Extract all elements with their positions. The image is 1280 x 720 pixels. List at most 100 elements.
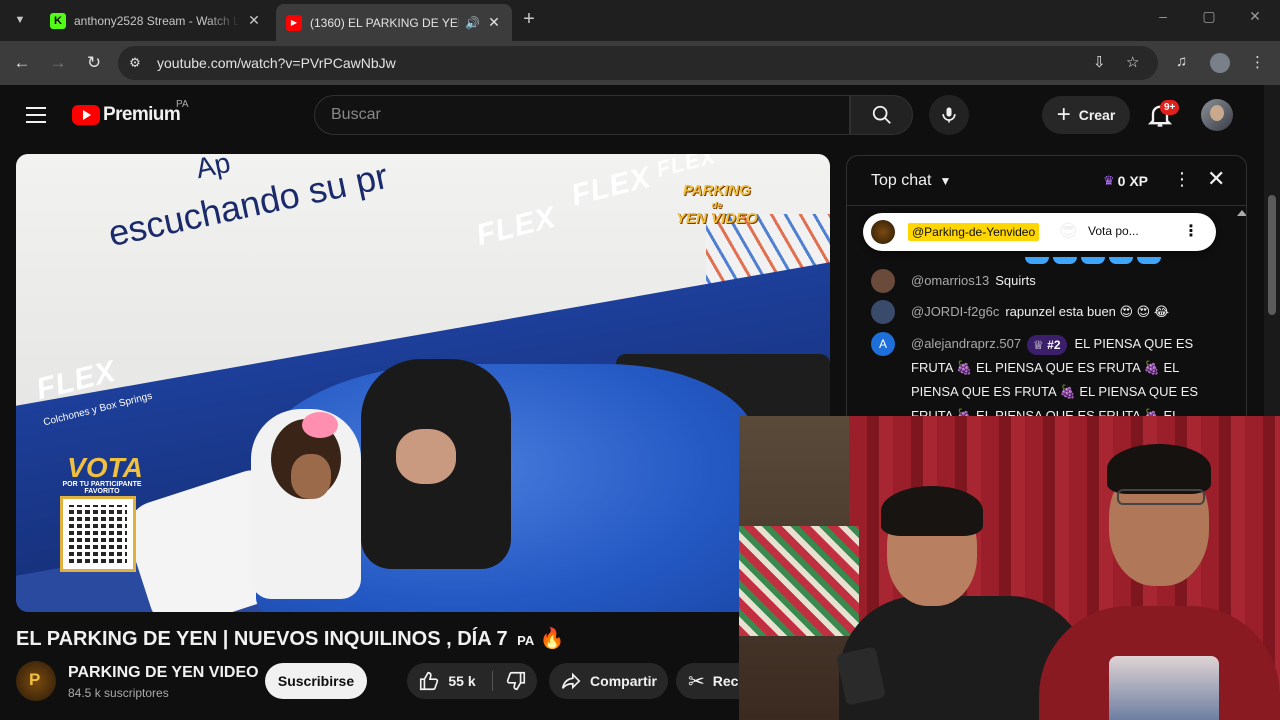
webcam-person-left-hair bbox=[881, 486, 983, 536]
sunglasses-emoji-icon: 😎 bbox=[1059, 221, 1078, 241]
speaker-icon[interactable]: 🔊 bbox=[465, 16, 480, 30]
video-title-text: EL PARKING DE YEN | NUEVOS INQUILINOS , … bbox=[16, 628, 508, 650]
close-window-button[interactable]: ✕ bbox=[1232, 8, 1278, 25]
reload-icon[interactable]: ↻ bbox=[82, 51, 106, 75]
kick-icon: K bbox=[50, 12, 66, 29]
scrollbar-thumb[interactable] bbox=[1268, 195, 1276, 315]
channel-name[interactable]: PARKING DE YEN VIDEO bbox=[68, 664, 259, 682]
browser-toolbar: ← → ↻ ⚙ youtube.com/watch?v=PVrPCawNbJw … bbox=[0, 41, 1280, 85]
url-text[interactable]: youtube.com/watch?v=PVrPCawNbJw bbox=[157, 55, 396, 71]
maximize-button[interactable]: ▢ bbox=[1186, 8, 1232, 25]
share-arrow-icon bbox=[561, 672, 581, 690]
webcam-gift-boxes bbox=[739, 526, 859, 636]
share-label: Compartir bbox=[590, 673, 657, 689]
search-icon bbox=[872, 105, 891, 124]
chat-avatar bbox=[871, 269, 895, 293]
install-app-icon[interactable]: ⇩ bbox=[1093, 53, 1106, 71]
chat-mode-label: Top chat bbox=[871, 172, 932, 189]
pinned-message[interactable]: @Parking-de-Yenvideo 😎 Vota po... ⋮ bbox=[863, 213, 1216, 251]
vota-text: VOTA bbox=[67, 452, 143, 483]
minimize-button[interactable]: – bbox=[1140, 8, 1186, 24]
chat-author[interactable]: @omarrios13 bbox=[911, 273, 989, 288]
close-tab-icon[interactable]: ✕ bbox=[486, 14, 502, 31]
tab-kick-stream[interactable]: K anthony2528 Stream - Watch Live on Kic… bbox=[40, 6, 272, 35]
plus-icon: + bbox=[1056, 101, 1071, 128]
overlay-logo-line: YEN VIDEO bbox=[676, 210, 758, 227]
new-tab-button[interactable]: + bbox=[518, 9, 540, 31]
xp-label: 0 XP bbox=[1117, 173, 1149, 189]
xp-badge[interactable]: ♛ 0 XP bbox=[1099, 170, 1152, 192]
browser-menu-icon[interactable]: ⋮ bbox=[1250, 53, 1265, 71]
channel-avatar[interactable] bbox=[16, 661, 56, 701]
search-input[interactable] bbox=[331, 106, 831, 124]
chat-mode-dropdown[interactable]: Top chat ▼ bbox=[871, 172, 951, 190]
pinned-author-avatar bbox=[871, 220, 895, 244]
chevron-down-icon: ▼ bbox=[939, 174, 952, 188]
video-scene-bow bbox=[302, 412, 338, 438]
bookmark-star-icon[interactable]: ☆ bbox=[1126, 53, 1139, 71]
account-avatar[interactable] bbox=[1201, 99, 1233, 131]
tab-search-chevron-icon[interactable]: ▼ bbox=[8, 8, 32, 32]
browser-tab-bar: ▼ K anthony2528 Stream - Watch Live on K… bbox=[0, 0, 1280, 41]
chat-message[interactable]: A @alejandraprz.507 ♕ #2 EL PIENSA QUE ES … bbox=[871, 332, 1211, 416]
youtube-play-icon bbox=[72, 105, 100, 125]
webcam-glasses bbox=[1117, 489, 1205, 505]
back-icon[interactable]: ← bbox=[10, 51, 34, 75]
create-button[interactable]: + Crear bbox=[1042, 96, 1130, 134]
chat-avatar: A bbox=[871, 332, 895, 356]
webcam-shirt-print bbox=[1109, 656, 1219, 720]
menu-hamburger-icon[interactable] bbox=[26, 107, 46, 123]
video-title: EL PARKING DE YEN | NUEVOS INQUILINOS , … bbox=[16, 626, 565, 651]
like-count: 55 k bbox=[448, 673, 476, 689]
chat-message[interactable]: @omarrios13 Squirts bbox=[871, 269, 1211, 293]
address-bar[interactable]: ⚙ youtube.com/watch?v=PVrPCawNbJw ⇩ ☆ bbox=[118, 46, 1158, 80]
share-button[interactable]: Compartir bbox=[549, 663, 668, 699]
vota-subtext: POR TU PARTICIPANTE FAVORITO bbox=[62, 481, 142, 495]
subscribe-button[interactable]: Suscribirse bbox=[265, 663, 367, 699]
chat-rank-badge: ♕ #2 bbox=[1027, 334, 1067, 355]
voice-search-button[interactable] bbox=[929, 95, 969, 135]
profile-avatar-icon[interactable] bbox=[1210, 53, 1230, 73]
create-label: Crear bbox=[1078, 107, 1116, 123]
title-flair: PA bbox=[517, 633, 535, 648]
overlay-logo-line: PARKING bbox=[682, 182, 751, 199]
chat-text: Squirts bbox=[995, 273, 1036, 288]
parking-yen-video-overlay-logo: PARKING de YEN VIDEO bbox=[676, 182, 758, 227]
thumbs-up-icon bbox=[420, 671, 439, 691]
chat-emoji-strip bbox=[1025, 251, 1165, 264]
video-player[interactable]: escuchando su pr Ap FLEX Colchones y Box… bbox=[16, 154, 830, 612]
dislike-button[interactable] bbox=[495, 663, 537, 699]
youtube-premium-logo[interactable]: Premium bbox=[72, 104, 181, 126]
chat-author[interactable]: @alejandraprz.507 bbox=[911, 336, 1021, 351]
chat-author[interactable]: @JORDI-f2g6c bbox=[911, 304, 999, 319]
like-dislike-group: 55 k bbox=[407, 663, 537, 699]
site-settings-icon[interactable]: ⚙ bbox=[126, 54, 144, 72]
youtube-icon: ▶ bbox=[286, 14, 302, 31]
microphone-icon bbox=[942, 107, 956, 123]
search-button[interactable] bbox=[850, 95, 913, 135]
chat-avatar bbox=[871, 300, 895, 324]
chat-scroll-up-icon[interactable] bbox=[1237, 206, 1246, 416]
close-tab-icon[interactable]: ✕ bbox=[246, 12, 262, 29]
live-chat-panel: Top chat ▼ ♛ 0 XP ⋮ ✕ @Parking-de-Yenvid… bbox=[846, 155, 1247, 416]
tab-youtube-video[interactable]: ▶ (1360) EL PARKING DE YEN | NUEVOS INQU… bbox=[276, 4, 512, 41]
video-scene-face bbox=[291, 454, 331, 499]
fire-icon: 🔥 bbox=[539, 628, 565, 650]
media-control-icon[interactable]: ♫ bbox=[1176, 53, 1187, 70]
tab-title: anthony2528 Stream - Watch Live on Kick bbox=[74, 13, 240, 28]
search-box[interactable] bbox=[314, 95, 850, 135]
close-chat-icon[interactable]: ✕ bbox=[1207, 166, 1225, 192]
chat-text: rapunzel esta buen 😍 😍 😂 bbox=[1005, 304, 1170, 319]
pinned-more-icon[interactable]: ⋮ bbox=[1183, 221, 1199, 241]
webcam-overlay bbox=[739, 416, 1280, 720]
pinned-author[interactable]: @Parking-de-Yenvideo bbox=[908, 223, 1040, 241]
like-separator bbox=[492, 671, 493, 691]
tab-title: (1360) EL PARKING DE YEN | NUEVOS INQUIL… bbox=[310, 15, 459, 30]
qr-pattern bbox=[69, 505, 127, 563]
like-button[interactable]: 55 k bbox=[407, 663, 487, 699]
crown-icon: ♛ bbox=[1103, 173, 1115, 188]
webcam-person-right-hair bbox=[1107, 444, 1211, 494]
chat-message[interactable]: @JORDI-f2g6c rapunzel esta buen 😍 😍 😂 bbox=[871, 300, 1211, 324]
chat-more-options-icon[interactable]: ⋮ bbox=[1173, 169, 1191, 190]
forward-icon[interactable]: → bbox=[46, 51, 70, 75]
